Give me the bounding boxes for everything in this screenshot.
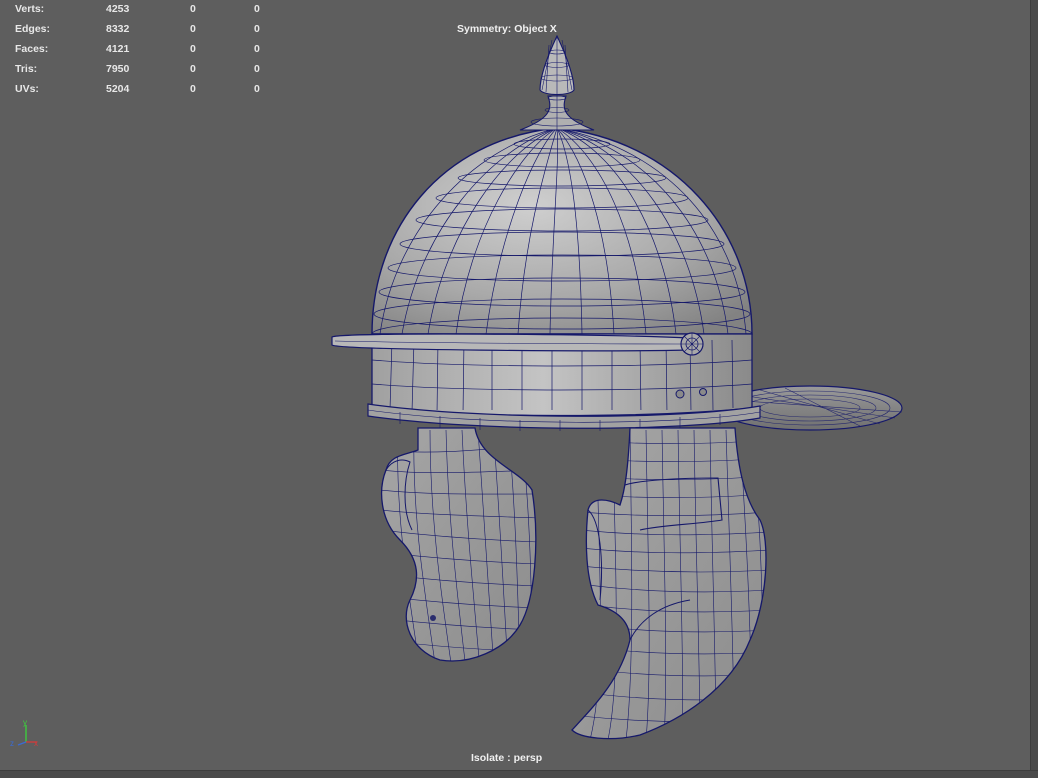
- left-cheek-guard: [380, 427, 537, 662]
- viewport-persp[interactable]: Verts: 4253 0 0 Edges: 8332 0 0 Faces: 4…: [0, 0, 1038, 778]
- viewport-frame-bottom: [0, 770, 1038, 778]
- axis-gizmo: y x z: [10, 718, 38, 748]
- axis-z-line: [17, 741, 27, 746]
- left-tie-hole: [430, 615, 436, 621]
- brow-ridge: [331, 333, 691, 352]
- viewport-frame-right: [1030, 0, 1038, 778]
- axis-x-label: x: [34, 739, 38, 748]
- camera-isolate-label: Isolate : persp: [471, 752, 543, 764]
- axis-y-label: y: [23, 718, 27, 727]
- axis-z-label: z: [10, 739, 14, 748]
- helmet-mesh[interactable]: [0, 0, 1031, 771]
